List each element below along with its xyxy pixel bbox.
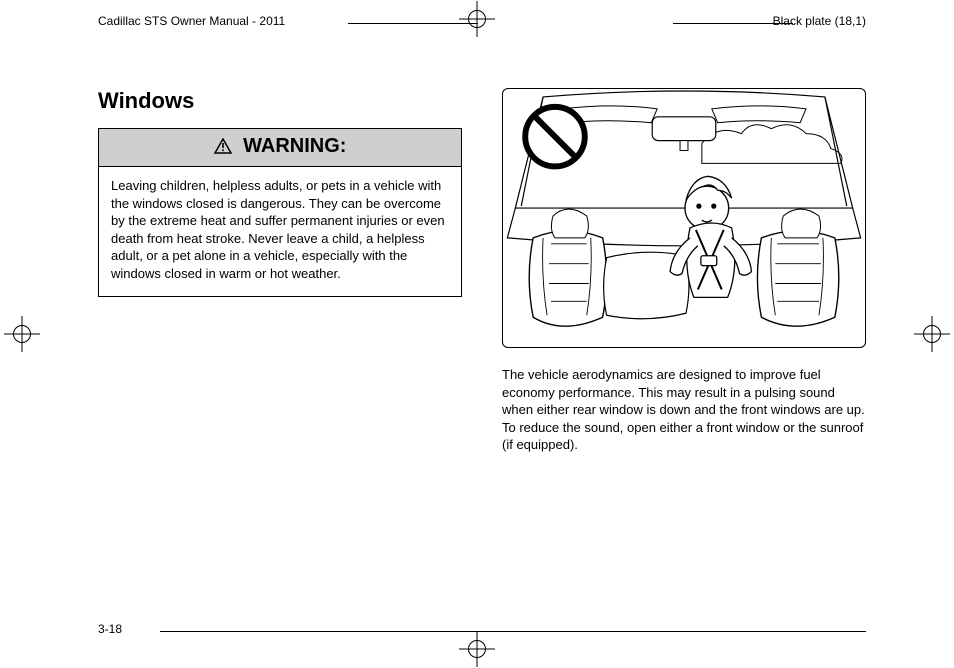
warning-label: WARNING: (243, 135, 346, 157)
illustration-svg (503, 89, 865, 347)
right-column: The vehicle aerodynamics are designed to… (502, 88, 866, 454)
header-rule (673, 23, 793, 24)
header-rule (348, 23, 478, 24)
registration-mark-icon (914, 316, 950, 352)
manual-page: Cadillac STS Owner Manual - 2011 Black p… (0, 0, 954, 668)
illustration (502, 88, 866, 348)
illustration-caption: The vehicle aerodynamics are designed to… (502, 366, 866, 454)
warning-box: WARNING: Leaving children, helpless adul… (98, 128, 462, 297)
no-symbol-icon (525, 107, 585, 167)
section-heading: Windows (98, 88, 462, 114)
page-header: Cadillac STS Owner Manual - 2011 Black p… (98, 14, 866, 28)
footer-rule (160, 631, 866, 632)
header-right-text: Black plate (18,1) (773, 14, 866, 28)
warning-triangle-icon (214, 137, 232, 160)
warning-body: Leaving children, helpless adults, or pe… (99, 167, 461, 296)
header-left-text: Cadillac STS Owner Manual - 2011 (98, 14, 285, 28)
content-area: Windows WARNING: Leaving children, helpl… (98, 88, 866, 454)
page-number: 3-18 (98, 622, 122, 636)
warning-heading: WARNING: (99, 129, 461, 167)
registration-mark-icon (4, 316, 40, 352)
registration-mark-icon (459, 631, 495, 667)
left-column: Windows WARNING: Leaving children, helpl… (98, 88, 462, 454)
